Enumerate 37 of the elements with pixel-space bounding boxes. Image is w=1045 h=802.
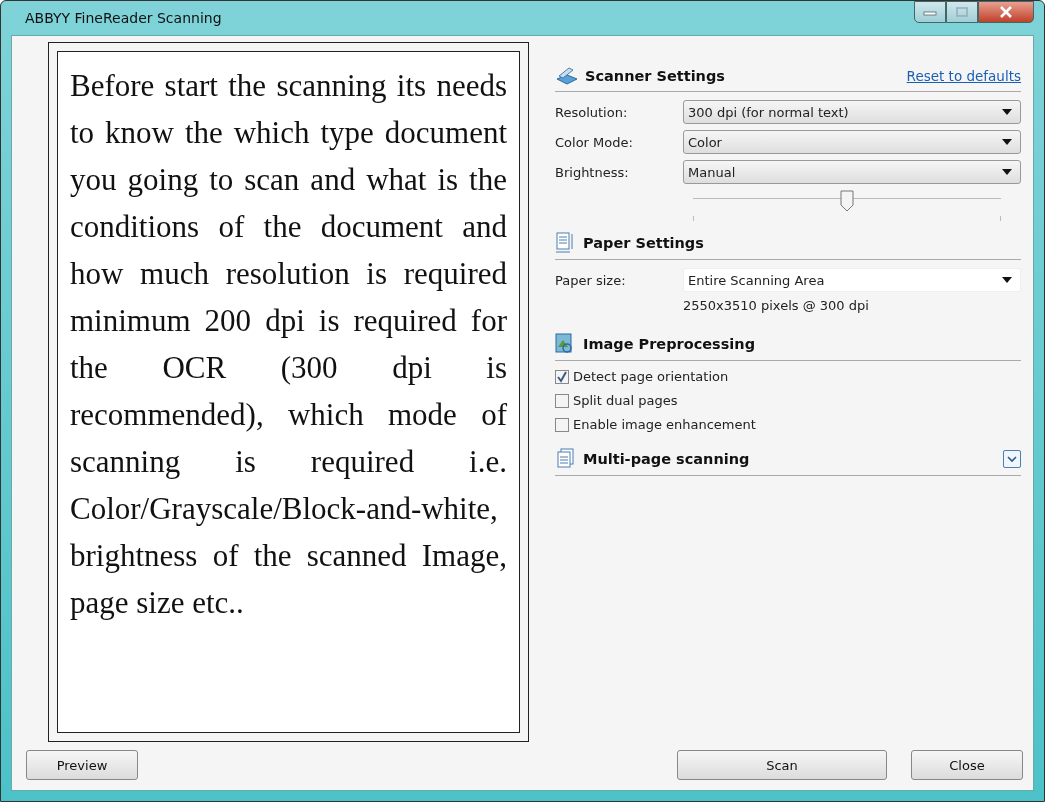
close-dialog-button[interactable]: Close: [911, 750, 1023, 780]
field-label: Resolution:: [555, 104, 629, 120]
checkbox-label: Detect page orientation: [573, 369, 729, 384]
field-label: Color Mode:: [555, 134, 634, 150]
expand-button[interactable]: [1003, 450, 1021, 468]
close-icon: [998, 6, 1014, 18]
checkbox-label: Enable image enhancement: [573, 417, 756, 432]
dropdown[interactable]: 300 dpi (for normal text): [683, 100, 1021, 124]
scanner-icon: [555, 66, 579, 86]
slider-thumb[interactable]: [840, 190, 854, 212]
section-title: Paper Settings: [583, 235, 704, 251]
maximize-icon: [955, 7, 969, 17]
pixel-info: 2550x3510 pixels @ 300 dpi: [683, 298, 870, 313]
preview-button[interactable]: Preview: [26, 750, 138, 780]
chevron-icon: [1007, 455, 1017, 463]
section-title: Scanner Settings: [585, 68, 725, 84]
dropdown[interactable]: Color: [683, 130, 1021, 154]
field-label: Brightness:: [555, 164, 630, 180]
minimize-icon: [923, 8, 937, 16]
description-text: Before start the scanning its needs to know the which type document you going to scan and what is the conditions of the document and how much resolution is required minimum 200 dpi is required for the OCR (300 dpi is recommended), which mode of scanning is required i.e. Color/Grayscale/Block-and-white, brightness of the scanned Image, page size etc..: [70, 67, 507, 622]
scan-button[interactable]: Scan: [677, 750, 887, 780]
checkbox[interactable]: [555, 393, 569, 408]
checkbox[interactable]: [555, 417, 569, 432]
checkbox-label: Split dual pages: [573, 393, 678, 408]
close-button[interactable]: [978, 1, 1034, 23]
dropdown[interactable]: Manual: [683, 160, 1021, 184]
reset-link[interactable]: Reset to defaults: [906, 68, 1021, 84]
section-title: Image Preprocessing: [583, 336, 756, 352]
minimize-button[interactable]: [914, 1, 946, 23]
section-title: Multi-page scanning: [583, 451, 750, 467]
pages-icon: [555, 448, 577, 470]
checkbox[interactable]: [555, 369, 569, 384]
field-label: Paper size:: [555, 272, 627, 288]
dropdown[interactable]: Entire Scanning Area: [683, 268, 1021, 292]
window-title: ABBYY FineReader Scanning: [24, 10, 222, 26]
brightness-slider[interactable]: [693, 190, 1001, 222]
maximize-button[interactable]: [946, 1, 978, 23]
